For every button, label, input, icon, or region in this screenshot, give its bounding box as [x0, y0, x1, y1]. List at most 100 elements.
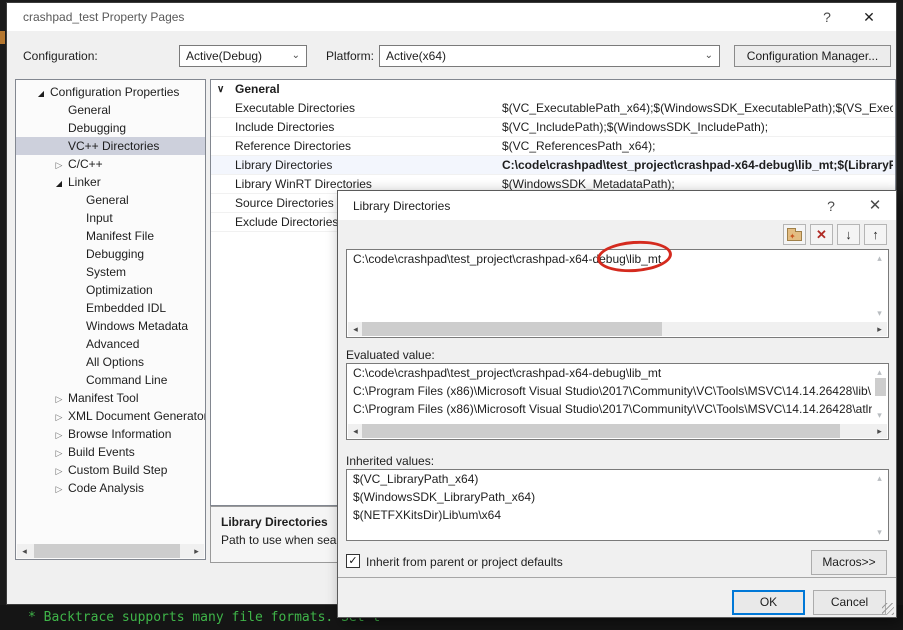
scroll-down-icon[interactable]: ▾: [872, 526, 887, 538]
expander-closed-icon[interactable]: [53, 425, 65, 444]
screen: * Backtrace supports many file formats. …: [0, 0, 903, 630]
terminal-text: * Backtrace supports many file formats. …: [28, 610, 380, 625]
macros-button[interactable]: Macros>>: [811, 550, 887, 575]
configuration-dropdown[interactable]: Active(Debug) ⌄: [179, 45, 307, 67]
new-folder-icon: ✦: [787, 231, 802, 241]
tree-horizontal-scrollbar[interactable]: ◂ ▸: [17, 544, 204, 558]
chevron-down-icon: ⌄: [705, 46, 713, 66]
property-tree: Configuration Properties General Debuggi…: [15, 79, 206, 560]
tree-item-debugging[interactable]: Debugging: [16, 119, 205, 137]
platform-dropdown[interactable]: Active(x64) ⌄: [379, 45, 720, 67]
grid-row-reference-directories[interactable]: Reference Directories $(VC_ReferencesPat…: [211, 137, 895, 156]
property-pages-title: crashpad_test Property Pages: [23, 10, 184, 24]
tree-item-configuration-properties[interactable]: Configuration Properties: [16, 83, 205, 101]
tree-item-code-analysis[interactable]: Code Analysis: [16, 479, 205, 497]
tree-item-optimization[interactable]: Optimization: [16, 281, 205, 299]
tree-item-linker-debugging[interactable]: Debugging: [16, 245, 205, 263]
scroll-up-icon[interactable]: ▴: [872, 472, 887, 484]
sparkle-icon: ✦: [789, 233, 796, 241]
help-icon[interactable]: ?: [814, 7, 840, 27]
cancel-button[interactable]: Cancel: [813, 590, 886, 615]
resize-grip[interactable]: [882, 603, 894, 615]
scroll-left-icon[interactable]: ◂: [17, 544, 32, 558]
group-chevron-icon[interactable]: ∨: [217, 80, 224, 99]
scroll-right-icon[interactable]: ▸: [872, 424, 887, 438]
chevron-down-icon: ⌄: [292, 46, 300, 66]
edit-horizontal-scrollbar[interactable]: ◂ ▸: [348, 322, 887, 336]
expander-closed-icon[interactable]: [53, 389, 65, 408]
tree-item-all-options[interactable]: All Options: [16, 353, 205, 371]
scrollbar-thumb[interactable]: [362, 424, 840, 438]
inherited-values-label: Inherited values:: [346, 454, 434, 468]
expander-closed-icon[interactable]: [53, 479, 65, 498]
scroll-up-icon[interactable]: ▴: [872, 366, 887, 378]
tree-item-browse-information[interactable]: Browse Information: [16, 425, 205, 443]
new-line-button[interactable]: ✦: [783, 224, 806, 245]
configuration-label: Configuration:: [23, 49, 98, 63]
dialog-separator: [338, 577, 896, 578]
tree-item-linker[interactable]: Linker: [16, 173, 205, 191]
close-icon[interactable]: ✕: [862, 196, 888, 216]
tree-item-manifest-file[interactable]: Manifest File: [16, 227, 205, 245]
grid-row-executable-directories[interactable]: Executable Directories $(VC_ExecutablePa…: [211, 99, 895, 118]
inherit-checkbox[interactable]: ✓: [346, 554, 360, 568]
expander-open-icon[interactable]: [53, 173, 65, 193]
inherited-line: $(NETFXKitsDir)Lib\um\x64: [347, 506, 872, 524]
scrollbar-thumb[interactable]: [362, 322, 662, 336]
tree-item-linker-general[interactable]: General: [16, 191, 205, 209]
tree-item-advanced[interactable]: Advanced: [16, 335, 205, 353]
inherited-values-box[interactable]: $(VC_LibraryPath_x64) $(WindowsSDK_Libra…: [346, 469, 889, 541]
expander-closed-icon[interactable]: [53, 407, 65, 426]
tree-item-command-line[interactable]: Command Line: [16, 371, 205, 389]
tree-item-build-events[interactable]: Build Events: [16, 443, 205, 461]
scrollbar-thumb[interactable]: [34, 544, 180, 558]
grid-row-library-directories[interactable]: Library Directories C:\code\crashpad\tes…: [211, 156, 895, 175]
property-pages-titlebar[interactable]: crashpad_test Property Pages ? ✕: [7, 3, 896, 31]
evaluated-line: C:\Program Files (x86)\Microsoft Visual …: [347, 382, 872, 400]
expander-open-icon[interactable]: [35, 83, 47, 103]
tree-item-xml-document-generator[interactable]: XML Document Generator: [16, 407, 205, 425]
expander-closed-icon[interactable]: [53, 155, 65, 174]
evaluated-value-box[interactable]: C:\code\crashpad\test_project\crashpad-x…: [346, 363, 889, 440]
dialog-titlebar[interactable]: Library Directories ? ✕: [338, 191, 896, 220]
tree-item-general[interactable]: General: [16, 101, 205, 119]
inherited-line: $(WindowsSDK_LibraryPath_x64): [347, 488, 872, 506]
scroll-left-icon[interactable]: ◂: [348, 424, 363, 438]
delete-icon: ✕: [816, 227, 827, 243]
expander-closed-icon[interactable]: [53, 461, 65, 480]
inherited-line: $(VC_LibraryPath_x64): [347, 470, 872, 488]
tree-item-embedded-idl[interactable]: Embedded IDL: [16, 299, 205, 317]
tree-item-vcpp-directories[interactable]: VC++ Directories: [16, 137, 205, 155]
grid-row-include-directories[interactable]: Include Directories $(VC_IncludePath);$(…: [211, 118, 895, 137]
move-up-button[interactable]: ↑: [864, 224, 887, 245]
tree-item-custom-build-step[interactable]: Custom Build Step: [16, 461, 205, 479]
tree-item-system[interactable]: System: [16, 263, 205, 281]
scroll-right-icon[interactable]: ▸: [872, 322, 887, 336]
close-icon[interactable]: ✕: [856, 7, 882, 27]
help-icon[interactable]: ?: [818, 196, 844, 216]
grid-group-header[interactable]: ∨ General: [211, 80, 895, 99]
evaluated-line: C:\code\crashpad\test_project\crashpad-x…: [347, 364, 872, 382]
evaluated-horizontal-scrollbar[interactable]: ◂ ▸: [348, 424, 887, 438]
evaluated-line: C:\Program Files (x86)\Microsoft Visual …: [347, 400, 872, 418]
scroll-down-icon[interactable]: ▾: [872, 307, 887, 319]
move-down-button[interactable]: ↓: [837, 224, 860, 245]
platform-value: Active(x64): [386, 49, 446, 63]
tree-item-c-cpp[interactable]: C/C++: [16, 155, 205, 173]
scroll-right-icon[interactable]: ▸: [189, 544, 204, 558]
inherit-checkbox-label: Inherit from parent or project defaults: [366, 555, 563, 569]
scroll-up-icon[interactable]: ▴: [872, 252, 887, 264]
dialog-title: Library Directories: [353, 199, 450, 213]
delete-line-button[interactable]: ✕: [810, 224, 833, 245]
configuration-manager-button[interactable]: Configuration Manager...: [734, 45, 891, 67]
tree-item-windows-metadata[interactable]: Windows Metadata: [16, 317, 205, 335]
tree-item-linker-input[interactable]: Input: [16, 209, 205, 227]
ok-button[interactable]: OK: [732, 590, 805, 615]
scrollbar-thumb[interactable]: [875, 378, 886, 396]
arrow-up-icon: ↑: [872, 227, 879, 242]
tree-item-manifest-tool[interactable]: Manifest Tool: [16, 389, 205, 407]
scroll-left-icon[interactable]: ◂: [348, 322, 363, 336]
expander-closed-icon[interactable]: [53, 443, 65, 462]
platform-label: Platform:: [326, 49, 374, 63]
scroll-down-icon[interactable]: ▾: [872, 409, 887, 421]
